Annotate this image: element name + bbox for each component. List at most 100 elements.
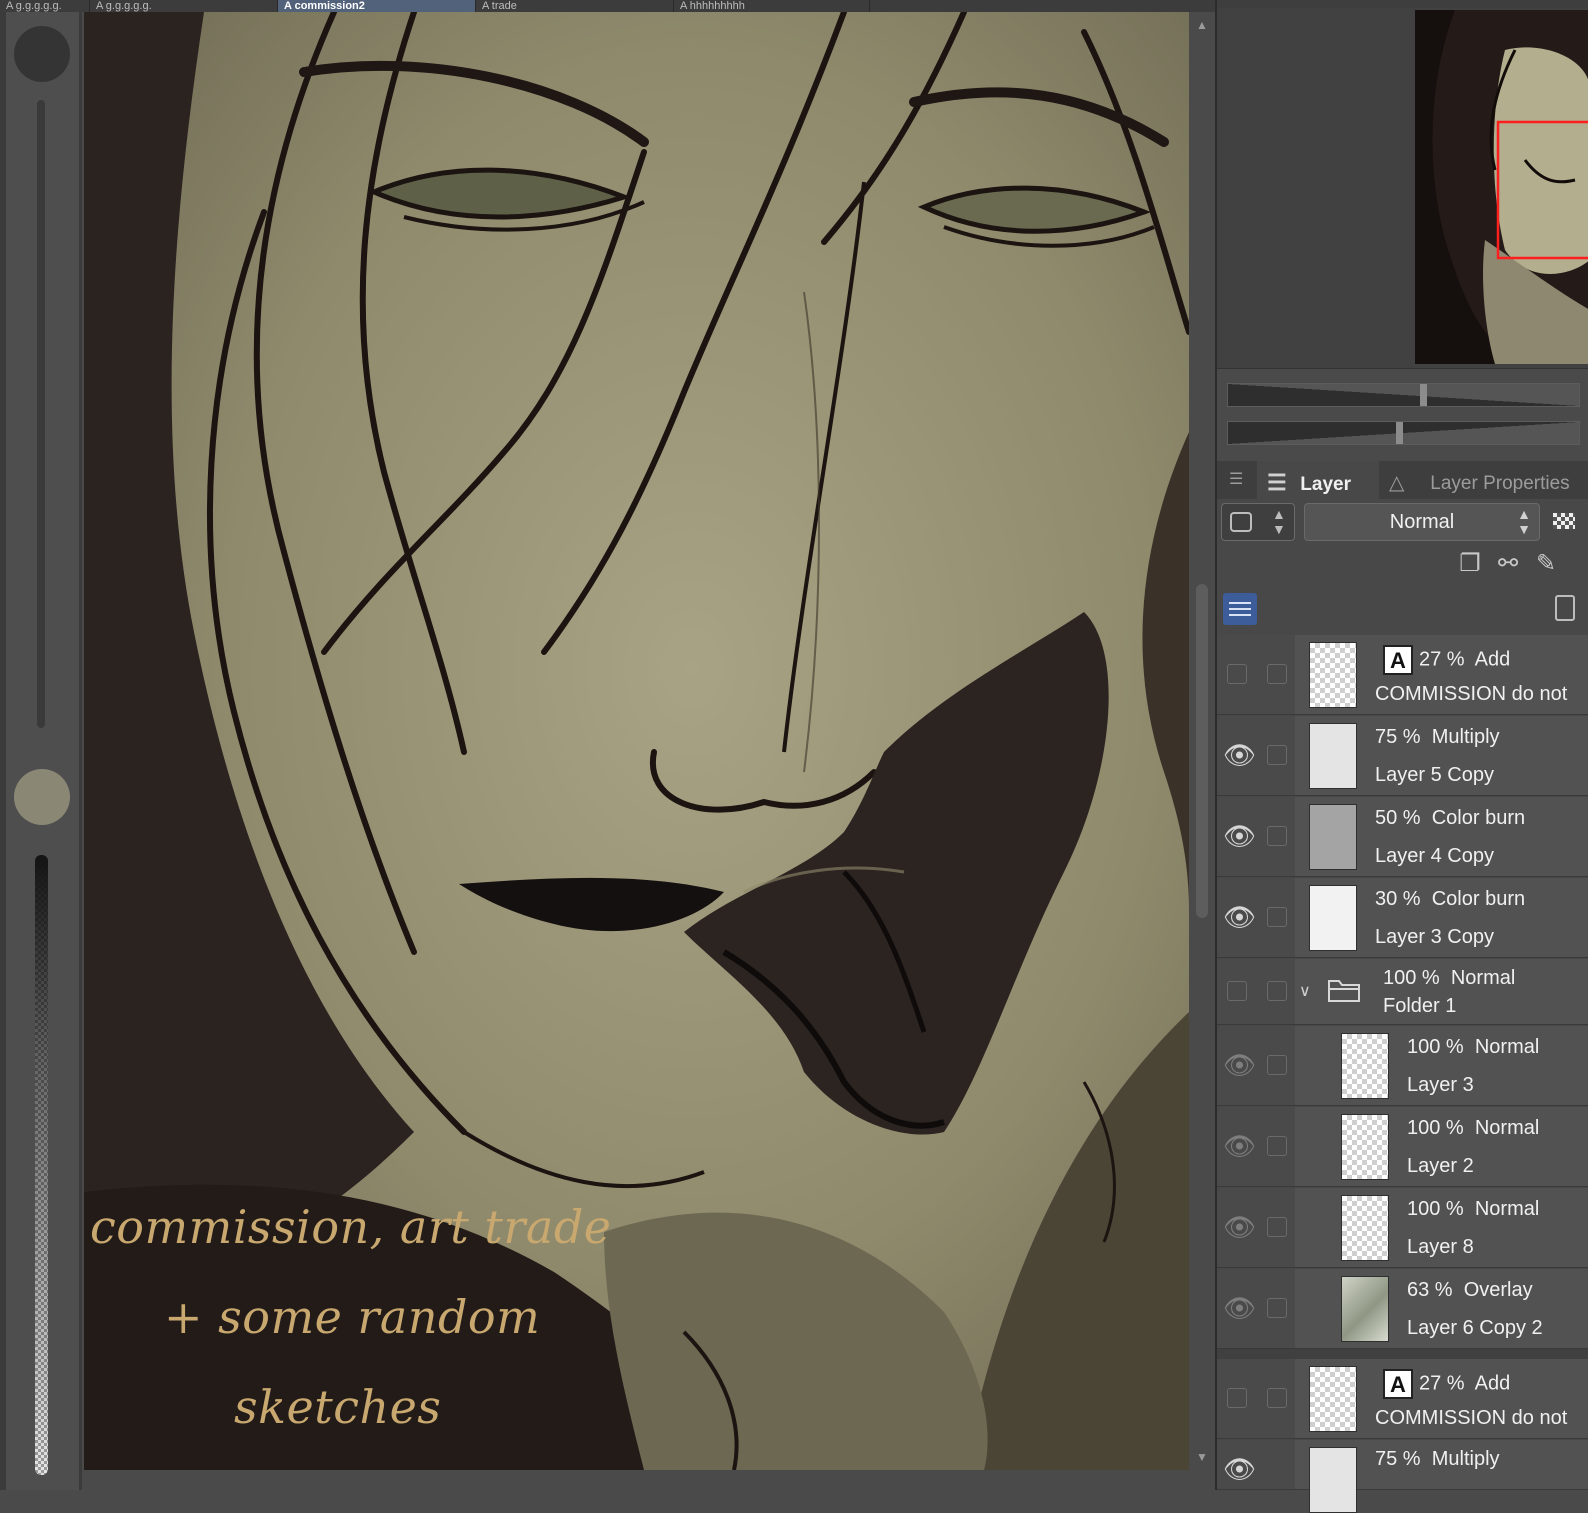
layer-blend: Normal (1450, 967, 1516, 989)
edit-lock-toggle[interactable] (1267, 907, 1287, 927)
rotation-slider-knob[interactable] (1396, 422, 1403, 444)
tab-trade[interactable]: A trade (476, 0, 674, 12)
visibility-cell: 👁 (1217, 1026, 1295, 1105)
drawing-canvas[interactable]: commission, art trade + some random sket… (84, 12, 1189, 1470)
layer-list-header (1217, 585, 1588, 635)
text-layer-icon: A (1383, 1369, 1413, 1399)
scroll-down-icon[interactable]: ▼ (1193, 1448, 1211, 1466)
visibility-toggle[interactable] (1227, 1388, 1247, 1408)
edit-lock-toggle[interactable] (1267, 1136, 1287, 1156)
layer-blend: Add (1474, 1372, 1511, 1395)
zoom-slider[interactable] (1227, 383, 1580, 407)
navigator-header (1217, 0, 1588, 8)
layer-panel-tabs: ☰ ☰ Layer △ Layer Properties (1217, 461, 1588, 499)
layer-row[interactable]: A 27 % Add COMMISSION do not (1217, 635, 1588, 715)
bar-edge (79, 12, 82, 1490)
tab-hhhh[interactable]: A hhhhhhhhh (674, 0, 870, 12)
layer-name: COMMISSION do not (1375, 1407, 1568, 1429)
layer-opacity: 27 % (1419, 1372, 1465, 1395)
brush-color-preview[interactable] (14, 769, 70, 825)
eye-icon[interactable]: 👁 (1223, 1293, 1256, 1323)
edit-lock-toggle[interactable] (1267, 1217, 1287, 1237)
eye-icon[interactable]: 👁 (1223, 1454, 1256, 1484)
tab-g-g[interactable]: A g.g.g.g.g. (90, 0, 278, 12)
layer-row[interactable]: 👁 100 % Normal Layer 8 (1217, 1188, 1588, 1268)
layer-opacity: 100 % (1383, 967, 1440, 989)
layer-name: COMMISSION do not (1375, 683, 1568, 705)
duplicate-layer-icon[interactable]: ❐ (1455, 549, 1485, 579)
layer-blend: Multiply (1431, 726, 1500, 748)
layer-row[interactable]: 👁 100 % Normal Layer 3 (1217, 1026, 1588, 1106)
layer-mode-line: 50 % Color burn (1375, 807, 1525, 830)
brush-size-preview[interactable] (14, 26, 70, 82)
layer-mode-line: 30 % Color burn (1375, 888, 1525, 911)
scroll-up-icon[interactable]: ▲ (1193, 16, 1211, 34)
layer-row[interactable]: 👁 30 % Color burn Layer 3 Copy (1217, 878, 1588, 958)
eye-icon[interactable]: 👁 (1223, 1131, 1256, 1161)
visibility-toggle[interactable] (1227, 664, 1247, 684)
layer-thumbnail (1309, 804, 1357, 870)
layer-row[interactable]: 👁 63 % Overlay Layer 6 Copy 2 (1217, 1269, 1588, 1349)
chevron-down-icon[interactable]: ∨ (1299, 981, 1311, 1001)
layer-list: A 27 % Add COMMISSION do not 👁 75 % Multi… (1217, 635, 1588, 1513)
visibility-cell: 👁 (1217, 1107, 1295, 1186)
eye-icon[interactable]: 👁 (1223, 902, 1256, 932)
edit-lock-toggle[interactable] (1267, 981, 1287, 1001)
layer-blend: Normal (1474, 1117, 1540, 1139)
panel-menu-icon[interactable]: ☰ (1229, 469, 1245, 489)
visibility-toggle[interactable] (1227, 981, 1247, 1001)
zoom-slider-knob[interactable] (1420, 384, 1427, 406)
tab-layer[interactable]: ☰ Layer (1257, 461, 1379, 499)
edit-lock-toggle[interactable] (1267, 1388, 1287, 1408)
reference-layer-icon[interactable]: ⚯ (1493, 549, 1523, 579)
layer-opacity: 27 % (1419, 648, 1465, 671)
layer-row[interactable]: 👁 75 % Multiply Layer 5 Copy (1217, 716, 1588, 796)
visibility-cell: 👁 (1217, 1440, 1295, 1489)
layer-row[interactable]: 👁 100 % Normal Layer 2 (1217, 1107, 1588, 1187)
layer-name: Layer 2 (1407, 1155, 1474, 1177)
blend-mode-row: ▲ ▼ Normal ▲ ▼ (1217, 499, 1588, 547)
layer-name: Layer 3 Copy (1375, 926, 1494, 948)
eye-icon[interactable]: 👁 (1223, 1050, 1256, 1080)
eye-icon[interactable]: 👁 (1223, 821, 1256, 851)
brush-size-slider[interactable] (37, 100, 45, 728)
navigator-preview[interactable] (1415, 10, 1588, 364)
tab-label: A hhhhhhhhh (680, 0, 745, 12)
layer-list-view-button[interactable] (1223, 593, 1257, 625)
layer-row[interactable]: 👁 50 % Color burn Layer 4 Copy (1217, 797, 1588, 877)
edit-lock-toggle[interactable] (1267, 745, 1287, 765)
eye-icon[interactable]: 👁 (1223, 1212, 1256, 1242)
tab-layer-properties[interactable]: △ Layer Properties (1377, 461, 1588, 499)
layer-mode-line: 100 % Normal (1407, 1036, 1539, 1059)
edit-lock-toggle[interactable] (1267, 664, 1287, 684)
rotation-slider[interactable] (1227, 421, 1580, 445)
edit-lock-toggle[interactable] (1267, 1055, 1287, 1075)
layer-blend: Color burn (1431, 888, 1526, 910)
edit-lock-toggle[interactable] (1267, 1298, 1287, 1318)
visibility-cell (1217, 959, 1295, 1024)
tab-layer-properties-label: Layer Properties (1430, 473, 1570, 494)
layer-blend: Multiply (1431, 1448, 1500, 1470)
blend-mode-select[interactable]: Normal ▲ ▼ (1304, 503, 1540, 541)
new-layer-icon[interactable] (1555, 595, 1575, 621)
visibility-cell (1217, 635, 1295, 714)
canvas-vertical-scrollbar[interactable]: ▲ ▼ (1189, 12, 1215, 1470)
scrollbar-thumb[interactable] (1196, 584, 1208, 918)
layer-mode-line: A 27 % Add (1383, 645, 1510, 675)
tab-g[interactable]: A g.g.g.g.g. (0, 0, 90, 12)
transparency-lock-icon[interactable] (1553, 513, 1575, 529)
layer-row[interactable]: A 27 % Add COMMISSION do not (1217, 1359, 1588, 1439)
layer-thumbnail (1341, 1033, 1389, 1099)
layer-thumbnail (1309, 1447, 1357, 1513)
eye-icon[interactable]: 👁 (1223, 740, 1256, 770)
folder-row[interactable]: ∨ 100 % Normal Folder 1 (1217, 959, 1588, 1025)
layer-color-select[interactable]: ▲ ▼ (1221, 503, 1295, 541)
layer-tools-row: ❐ ⚯ ✎ (1217, 547, 1588, 585)
layer-row[interactable]: 👁 75 % Multiply (1217, 1440, 1588, 1513)
tab-commission2[interactable]: A commission2 (278, 0, 476, 12)
brush-opacity-slider[interactable] (35, 855, 48, 1475)
edit-lock-toggle[interactable] (1267, 826, 1287, 846)
clip-layer-icon[interactable]: ✎ (1531, 549, 1561, 579)
layer-mode-line: 63 % Overlay (1407, 1279, 1533, 1302)
tab-label: A commission2 (284, 0, 365, 12)
